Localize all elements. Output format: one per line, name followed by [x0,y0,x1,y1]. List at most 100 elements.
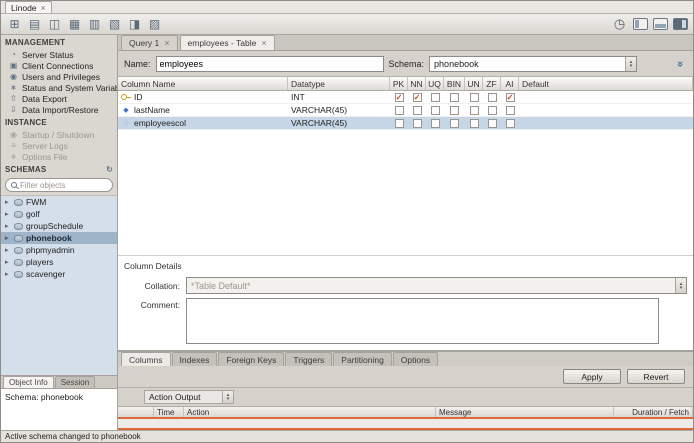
tab-columns[interactable]: Columns [121,352,171,366]
sidebar-item-server-status[interactable]: ◔ Server Status [1,49,117,60]
create-function-icon[interactable]: ▨ [146,16,163,32]
tab-employees-table[interactable]: employees - Table [179,35,275,50]
open-sql-script-icon[interactable]: ▤ [26,16,43,32]
ai-checkbox[interactable] [505,105,515,115]
close-icon[interactable] [164,38,169,48]
output-header-action[interactable]: Action [184,407,436,417]
ai-checkbox[interactable] [505,118,515,128]
uq-checkbox[interactable] [430,105,440,115]
toggle-output-panel-icon[interactable] [653,18,668,30]
bin-checkbox[interactable] [450,92,459,102]
combo-stepper-icon[interactable] [625,56,637,71]
create-view-icon[interactable]: ▧ [106,16,123,32]
connection-tab[interactable]: Linode [5,1,52,13]
nn-checkbox[interactable] [412,105,422,115]
header-ai[interactable]: AI [501,77,519,90]
schema-item-phonebook[interactable]: ▸ phonebook [1,232,117,244]
schema-item-phpmyadmin[interactable]: ▸ phpmyadmin [1,244,117,256]
sidebar-item-server-logs[interactable]: ≡ Server Logs [1,140,117,151]
expander-icon[interactable]: ▸ [5,210,11,218]
bin-checkbox[interactable] [450,118,459,128]
schema-select[interactable]: phonebook [429,55,638,72]
sidebar-item-users-privileges[interactable]: ◉ Users and Privileges [1,71,117,82]
header-datatype[interactable]: Datatype [288,77,390,90]
combo-stepper-icon[interactable] [222,391,233,403]
refresh-schemas-icon[interactable]: ↻ [106,165,113,174]
create-procedure-icon[interactable]: ◨ [126,16,143,32]
close-icon[interactable] [41,3,46,13]
uq-checkbox[interactable] [430,118,440,128]
pk-checkbox[interactable] [394,105,404,115]
table-name-input[interactable] [155,55,384,72]
schema-item-fwm[interactable]: ▸ FWM [1,196,117,208]
tab-indexes[interactable]: Indexes [171,352,218,366]
un-checkbox[interactable] [469,105,479,115]
expander-icon[interactable]: ▸ [5,270,11,278]
output-list[interactable] [118,419,693,430]
apply-button[interactable]: Apply [563,369,621,384]
output-header-message[interactable]: Message [436,407,614,417]
expander-icon[interactable]: ▸ [5,258,11,266]
un-checkbox[interactable] [469,92,479,102]
toggle-sidebar-icon[interactable] [633,18,648,30]
header-nn[interactable]: NN [408,77,426,90]
schema-item-players[interactable]: ▸ players [1,256,117,268]
grid-empty-area[interactable] [118,130,693,255]
schema-filter-input[interactable] [20,180,107,190]
sidebar-item-client-connections[interactable]: ▣ Client Connections [1,60,117,71]
new-query-tab-icon[interactable]: ⊞ [6,16,23,32]
collapse-editor-icon[interactable] [674,56,686,70]
header-un[interactable]: UN [465,77,483,90]
inspector-icon[interactable]: ◫ [46,16,63,32]
nn-checkbox[interactable] [412,118,422,128]
sidebar-item-data-export[interactable]: ⇧ Data Export [1,93,117,104]
comment-textarea[interactable] [186,298,659,344]
schema-item-groupschedule[interactable]: ▸ groupSchedule [1,220,117,232]
sidebar-item-startup-shutdown[interactable]: ◉ Startup / Shutdown [1,129,117,140]
pk-checkbox[interactable] [394,118,404,128]
toggle-secondary-sidebar-icon[interactable] [673,18,688,30]
uq-checkbox[interactable] [430,92,440,102]
expander-icon[interactable]: ▸ [5,222,11,230]
header-column-name[interactable]: Column Name [118,77,288,90]
expander-icon[interactable]: ▸ [5,246,11,254]
tab-triggers[interactable]: Triggers [285,352,333,366]
tab-object-info[interactable]: Object Info [3,376,54,388]
tab-partitioning[interactable]: Partitioning [333,352,392,366]
header-pk[interactable]: PK [390,77,408,90]
expander-icon[interactable]: ▸ [5,234,11,242]
create-table-icon[interactable]: ▥ [86,16,103,32]
create-schema-icon[interactable]: ▦ [66,16,83,32]
tab-session[interactable]: Session [54,376,96,388]
expander-icon[interactable]: ▸ [5,198,11,206]
collation-select[interactable]: *Table Default* [186,277,687,294]
output-header-time[interactable]: Time [154,407,184,417]
pk-checkbox[interactable]: ✓ [394,92,404,102]
column-row-lastname[interactable]: lastName VARCHAR(45) [118,104,693,117]
un-checkbox[interactable] [469,118,479,128]
header-zf[interactable]: ZF [483,77,501,90]
schema-item-golf[interactable]: ▸ golf [1,208,117,220]
header-uq[interactable]: UQ [426,77,444,90]
revert-button[interactable]: Revert [627,369,685,384]
tab-options[interactable]: Options [392,352,439,366]
zf-checkbox[interactable] [487,118,497,128]
output-header-duration[interactable]: Duration / Fetch [614,407,693,417]
sidebar-item-options-file[interactable]: ∗ Options File [1,151,117,162]
close-icon[interactable] [261,38,266,48]
sidebar-item-status-variables[interactable]: ∗ Status and System Variable [1,82,117,93]
header-default[interactable]: Default [519,77,693,90]
output-type-select[interactable]: Action Output [144,390,234,404]
tab-foreign-keys[interactable]: Foreign Keys [218,352,285,366]
combo-stepper-icon[interactable] [675,278,686,293]
tab-query1[interactable]: Query 1 [121,35,178,50]
bin-checkbox[interactable] [450,105,459,115]
column-row-id[interactable]: ID INT ✓ ✓ ✓ [118,91,693,104]
column-row-employeescol[interactable]: employeescol VARCHAR(45) [118,117,693,130]
zf-checkbox[interactable] [487,105,497,115]
schema-item-scavenger[interactable]: ▸ scavenger [1,268,117,280]
zf-checkbox[interactable] [487,92,497,102]
header-bin[interactable]: BIN [444,77,465,90]
sidebar-item-data-import[interactable]: ⇩ Data Import/Restore [1,104,117,115]
ai-checkbox[interactable]: ✓ [505,92,515,102]
